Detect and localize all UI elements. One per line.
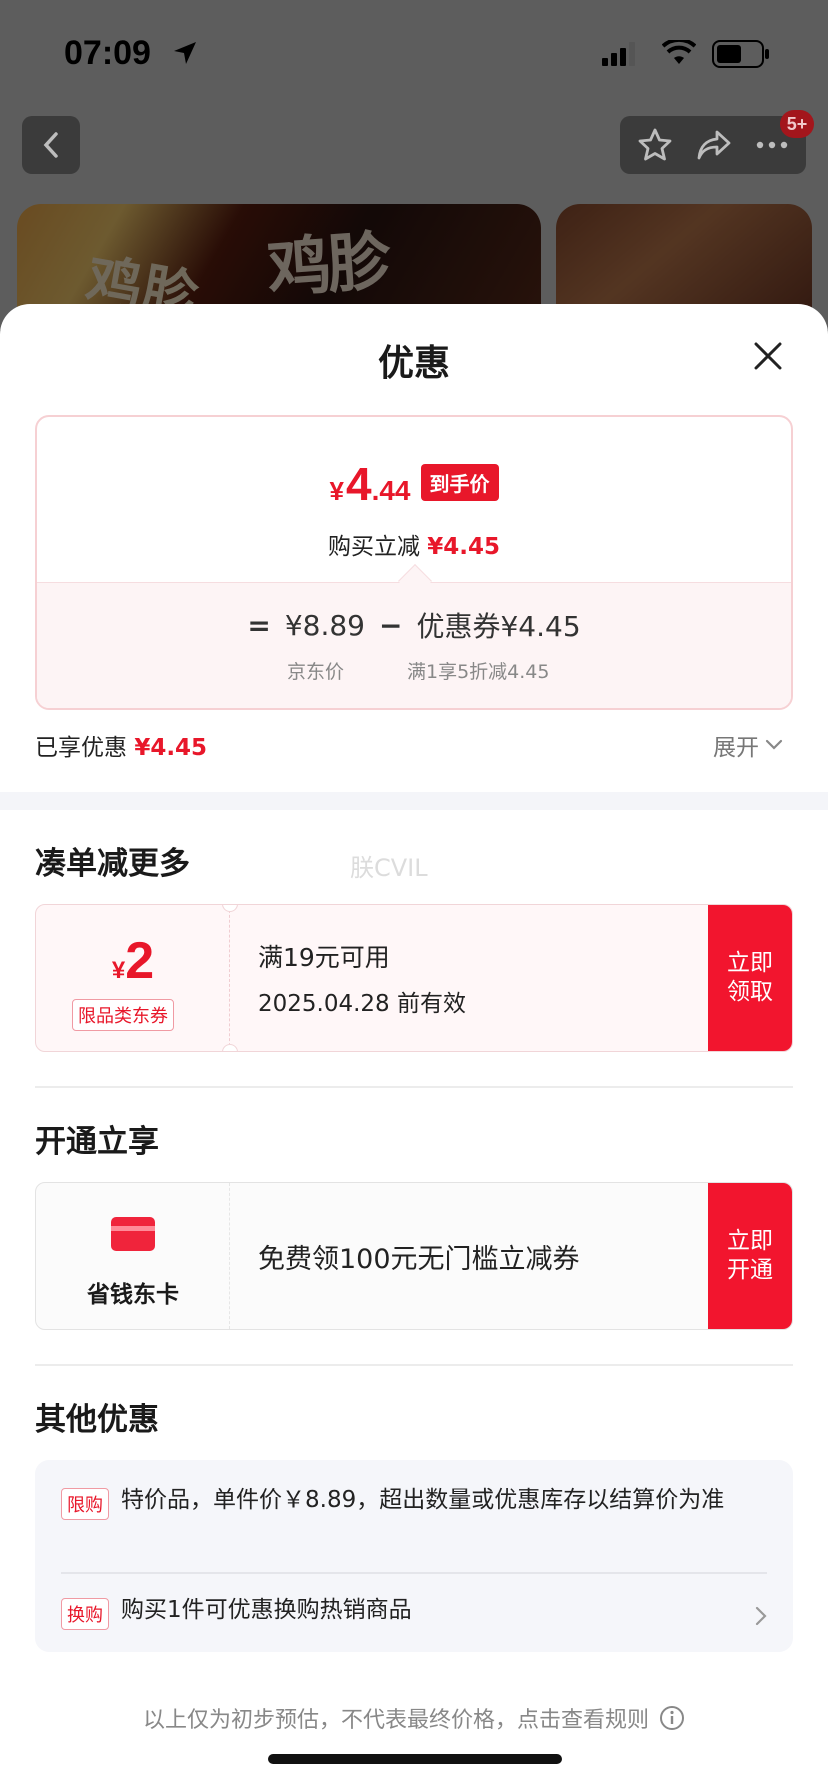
enjoyed-discount: 已享优惠 ¥4.45: [35, 728, 207, 762]
expand-label: 展开: [713, 735, 759, 761]
back-button[interactable]: [22, 116, 80, 174]
footnote-text: 以上仅为初步预估，不代表最终价格，点击查看规则: [142, 1708, 649, 1733]
enjoyed-label: 已享优惠: [35, 735, 127, 761]
expand-button[interactable]: 展开: [713, 728, 783, 762]
membership-section-title: 开通立享: [35, 1124, 159, 1160]
home-indicator[interactable]: [268, 1754, 562, 1764]
offers-sheet: 优惠 ¥ 4 .44 到手价 购买立减 ¥4.45 = ¥8.89 − 优惠券¥…: [0, 304, 828, 1792]
coupon-validity: 2025.04.28 前有效: [258, 991, 466, 1017]
chevron-left-icon: [43, 132, 58, 158]
info-icon: [660, 1706, 684, 1730]
instant-discount-label: 购买立减: [327, 534, 420, 560]
final-price-decimal: .44: [371, 475, 411, 506]
instant-discount-value: ¥4.45: [427, 534, 501, 560]
coupon-currency: ¥: [111, 957, 126, 984]
star-icon[interactable]: [637, 127, 673, 163]
status-time: 07:09: [64, 34, 151, 72]
coupon-info: 满19元可用 2025.04.28 前有效: [258, 905, 466, 1051]
battery-icon: [712, 40, 769, 68]
offer-item-exchange[interactable]: 换购 购买1件可优惠换购热销商品: [61, 1596, 733, 1630]
credit-card-icon: [111, 1217, 155, 1251]
membership-card-name: 省钱东卡: [87, 1282, 179, 1308]
activate-label-2: 开通: [727, 1257, 773, 1283]
coupon-condition: 满19元可用: [258, 943, 390, 972]
price-breakdown-card: ¥ 4 .44 到手价 购买立减 ¥4.45 = ¥8.89 − 优惠券¥4.4…: [35, 415, 793, 710]
watermark: 朕CVIL: [350, 854, 428, 882]
membership-card-offer: 省钱东卡 免费领100元无门槛立减券 立即 开通: [35, 1182, 793, 1330]
equals-sign: =: [247, 608, 271, 642]
enjoyed-value: ¥4.45: [134, 735, 208, 761]
activate-label-1: 立即: [727, 1228, 773, 1255]
offer-text: 特价品，单件价￥8.89，超出数量或优惠库存以结算价为准: [121, 1487, 725, 1513]
coupon-discount-desc: 满1享5折减4.45: [407, 661, 550, 683]
status-bar: 07:09: [0, 0, 828, 110]
offer-text: 购买1件可优惠换购热销商品: [121, 1597, 412, 1623]
jd-price: ¥8.89: [284, 608, 365, 642]
coupon-amount: ¥2: [36, 931, 230, 991]
membership-card-area: 省钱东卡: [36, 1183, 230, 1329]
price-formula-area: = ¥8.89 − 优惠券¥4.45 京东价 满1享5折减4.45: [37, 582, 791, 708]
nav-actions: [620, 116, 806, 174]
price-formula: = ¥8.89 − 优惠券¥4.45: [37, 605, 791, 645]
cellular-signal-icon: [602, 42, 635, 66]
coupon-category-tag: 限品类东券: [72, 999, 174, 1031]
instant-discount: 购买立减 ¥4.45: [37, 527, 791, 561]
final-price-area: ¥ 4 .44 到手价 购买立减 ¥4.45: [37, 417, 791, 582]
minus-sign: −: [379, 608, 403, 642]
section-separator: [0, 792, 828, 810]
message-badge: 5+: [780, 110, 814, 138]
claim-label-1: 立即: [727, 950, 773, 977]
rules-footnote[interactable]: 以上仅为初步预估，不代表最终价格，点击查看规则: [0, 1702, 828, 1734]
claim-label-2: 领取: [727, 979, 773, 1005]
offer-item-limit: 限购 特价品，单件价￥8.89，超出数量或优惠库存以结算价为准: [61, 1486, 767, 1520]
coupon-notch: [222, 1044, 238, 1051]
final-price-tag: 到手价: [420, 464, 499, 501]
share-icon[interactable]: [695, 128, 733, 162]
activate-membership-button[interactable]: 立即 开通: [708, 1183, 792, 1329]
close-icon[interactable]: [748, 336, 788, 376]
coupon-number: 2: [125, 932, 155, 990]
other-offers-box: 限购 特价品，单件价￥8.89，超出数量或优惠库存以结算价为准 换购 购买1件可…: [35, 1460, 793, 1652]
claim-coupon-button[interactable]: 立即 领取: [708, 905, 792, 1051]
chevron-down-icon: [765, 739, 783, 750]
location-arrow-icon: [174, 42, 196, 64]
more-icon[interactable]: [755, 140, 789, 150]
more-section-title: 凑单减更多: [35, 846, 190, 882]
membership-benefit: 免费领100元无门槛立减券: [258, 1243, 580, 1275]
chevron-right-icon[interactable]: [755, 1606, 767, 1626]
jd-price-label: 京东价: [287, 661, 345, 683]
store-coupon: ¥2 限品类东券 满19元可用 2025.04.28 前有效 立即 领取: [35, 904, 793, 1052]
coupon-value-area: ¥2 限品类东券: [36, 905, 230, 1051]
final-price-integer: 4: [345, 458, 372, 510]
membership-info: 免费领100元无门槛立减券: [258, 1183, 580, 1329]
top-nav: 5+: [0, 110, 828, 176]
divider: [35, 1364, 793, 1366]
coupon-discount: 优惠券¥4.45: [416, 610, 581, 643]
divider: [35, 1086, 793, 1088]
offer-tag: 换购: [61, 1598, 109, 1630]
final-price: ¥ 4 .44: [330, 457, 411, 511]
final-price-currency: ¥: [329, 476, 344, 506]
wifi-icon: [662, 40, 696, 64]
offer-separator: [61, 1572, 767, 1574]
other-section-title: 其他优惠: [35, 1402, 159, 1438]
sheet-title: 优惠: [377, 343, 450, 384]
offer-tag: 限购: [61, 1488, 109, 1520]
